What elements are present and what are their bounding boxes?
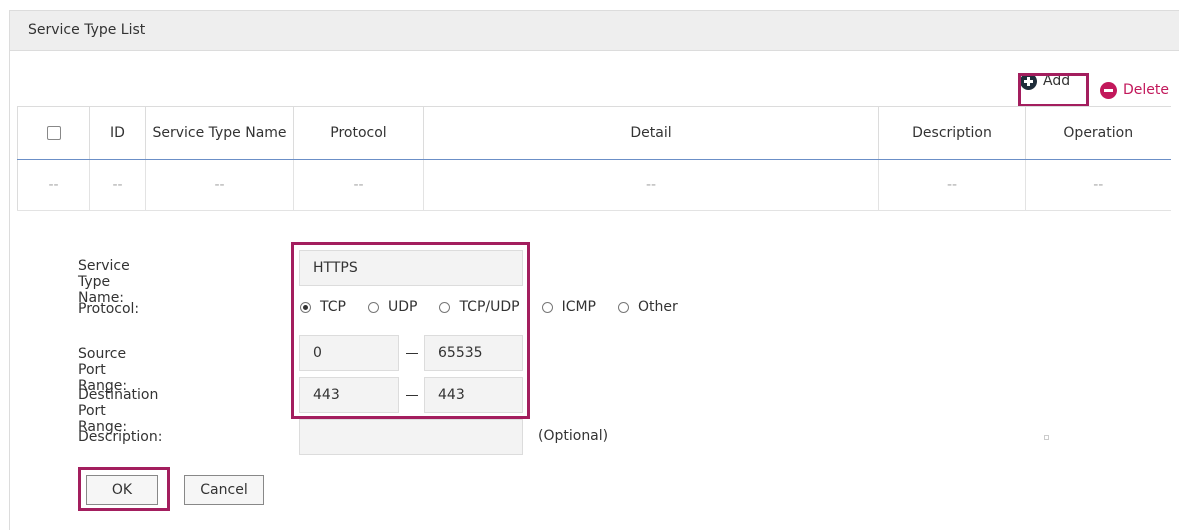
add-button[interactable]: Add — [1010, 65, 1078, 97]
select-all-header[interactable] — [17, 106, 90, 160]
destination-port-to-input[interactable]: 443 — [424, 377, 523, 413]
radio-icon — [541, 301, 553, 313]
destination-port-from-input[interactable]: 443 — [299, 377, 399, 413]
protocol-option-label: TCP/UDP — [459, 299, 520, 315]
table-cell: -- — [145, 159, 294, 211]
protocol-option-label: TCP — [320, 299, 346, 315]
protocol-option-icmp[interactable]: ICMP — [541, 299, 597, 315]
table-cell: -- — [1025, 159, 1171, 211]
panel-title: Service Type List — [28, 22, 146, 38]
delete-label: Delete — [1123, 82, 1169, 98]
description-input[interactable] — [299, 419, 523, 455]
protocol-option-udp[interactable]: UDP — [367, 299, 418, 315]
col-header-detail: Detail — [423, 106, 879, 160]
panel-header: Service Type List — [10, 11, 1179, 51]
service-type-panel: Service Type List — [9, 10, 1179, 530]
table-header-row: ID Service Type Name Protocol Detail Des… — [17, 106, 1171, 160]
decorative-dot — [1044, 435, 1049, 440]
protocol-option-tcp[interactable]: TCP — [300, 299, 346, 315]
ok-button[interactable]: OK — [86, 475, 158, 505]
minus-circle-icon — [1100, 81, 1117, 99]
source-port-to-input[interactable]: 65535 — [424, 335, 523, 371]
col-header-id: ID — [89, 106, 146, 160]
col-header-service-type-name: Service Type Name — [145, 106, 294, 160]
protocol-radio-group: TCP UDP TCP/UDP ICMP Other — [300, 299, 700, 315]
description-label: Description: — [78, 429, 163, 445]
col-header-operation: Operation — [1025, 106, 1171, 160]
select-all-checkbox[interactable] — [46, 126, 61, 140]
service-type-name-input[interactable]: HTTPS — [299, 250, 523, 286]
protocol-option-label: UDP — [387, 299, 418, 315]
radio-checked-icon — [300, 301, 311, 313]
table-cell: -- — [423, 159, 879, 211]
table-cell: -- — [293, 159, 424, 211]
table-cell: -- — [89, 159, 146, 211]
radio-icon — [439, 301, 451, 313]
cancel-button[interactable]: Cancel — [184, 475, 264, 505]
protocol-option-label: Other — [638, 299, 678, 315]
table-cell: -- — [17, 159, 90, 211]
add-label: Add — [1043, 73, 1071, 89]
optional-hint: (Optional) — [538, 428, 609, 444]
table-cell: -- — [878, 159, 1026, 211]
service-type-table: ID Service Type Name Protocol Detail Des… — [17, 106, 1171, 211]
range-dash — [406, 353, 418, 354]
service-type-name-label: Service Type Name: — [78, 258, 130, 306]
col-header-protocol: Protocol — [293, 106, 424, 160]
protocol-option-other[interactable]: Other — [618, 299, 678, 315]
protocol-option-tcp-udp[interactable]: TCP/UDP — [439, 299, 520, 315]
table-row: -- -- -- -- -- -- -- — [17, 159, 1171, 211]
plus-circle-icon — [1020, 72, 1037, 90]
destination-port-range-label: Destination Port Range: — [78, 387, 159, 435]
radio-icon — [367, 301, 379, 313]
protocol-label: Protocol: — [78, 301, 140, 317]
range-dash — [406, 395, 418, 396]
delete-button[interactable]: Delete — [1100, 74, 1169, 106]
col-header-description: Description — [878, 106, 1026, 160]
radio-icon — [618, 301, 630, 313]
source-port-from-input[interactable]: 0 — [299, 335, 399, 371]
protocol-option-label: ICMP — [561, 299, 597, 315]
